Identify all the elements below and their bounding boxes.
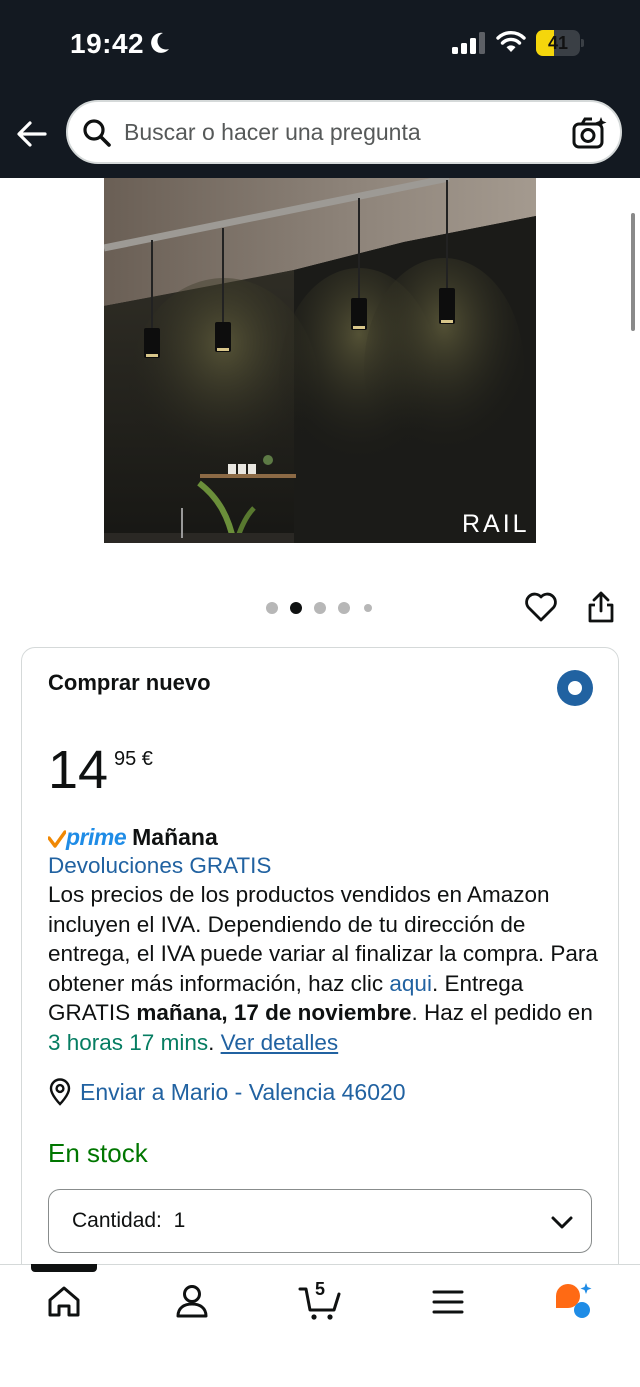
moon-icon — [151, 32, 169, 53]
quantity-selector[interactable]: Cantidad: 1 — [48, 1189, 592, 1253]
battery-icon: 41 — [536, 30, 584, 56]
search-bar[interactable] — [66, 100, 622, 164]
price-whole: 14 — [48, 740, 109, 800]
menu-icon[interactable] — [426, 1280, 470, 1324]
wifi-icon — [496, 31, 526, 52]
camera-search-icon[interactable] — [572, 116, 608, 150]
price-fraction: 95 € — [114, 748, 153, 770]
active-tab-indicator — [31, 1264, 97, 1272]
battery-level: 41 — [547, 33, 569, 53]
pagination-dot-active[interactable] — [290, 602, 302, 614]
buy-new-title: Comprar nuevo — [48, 670, 211, 695]
free-returns-link[interactable]: Devoluciones GRATIS — [48, 853, 271, 878]
delivery-suffix: . — [208, 1029, 221, 1055]
vat-info-link[interactable]: aqui — [389, 971, 432, 996]
image-pagination-dots[interactable] — [264, 600, 384, 616]
rufus-assistant-icon[interactable] — [552, 1280, 596, 1324]
search-input[interactable] — [124, 112, 554, 152]
delivery-location-link[interactable]: Enviar a Mario - Valencia 46020 — [80, 1079, 406, 1106]
location-pin-icon — [49, 1078, 71, 1106]
pagination-dot[interactable] — [338, 602, 350, 614]
pagination-dot[interactable] — [364, 604, 372, 612]
page-scrollbar[interactable] — [631, 213, 635, 331]
quantity-label: Cantidad: 1 — [72, 1209, 186, 1232]
cellular-signal-icon — [452, 32, 485, 54]
vat-text-end: . — [431, 970, 439, 996]
prime-check-icon — [48, 830, 66, 848]
chevron-down-icon — [551, 1216, 573, 1229]
status-time: 19:42 — [70, 28, 145, 59]
quantity-value: 1 — [173, 1209, 186, 1232]
buy-new-radio[interactable] — [557, 670, 593, 706]
prime-delivery-day: Mañana — [132, 823, 218, 850]
delivery-location[interactable]: Enviar a Mario - Valencia 46020 — [48, 1076, 406, 1108]
search-icon — [83, 119, 111, 147]
share-icon[interactable] — [586, 590, 616, 624]
product-image[interactable]: RAIL — [104, 178, 536, 543]
prime-delivery-row: prime Mañana — [48, 822, 218, 852]
home-icon[interactable] — [42, 1280, 86, 1324]
account-icon[interactable] — [170, 1280, 214, 1324]
cart-count: 5 — [314, 1279, 325, 1299]
stock-status: En stock — [48, 1138, 148, 1168]
pagination-dot[interactable] — [266, 602, 278, 614]
cart-button[interactable]: 5 — [298, 1279, 342, 1324]
heart-icon[interactable] — [524, 590, 558, 624]
returns-row: Devoluciones GRATIS — [48, 851, 598, 881]
status-bar: 19:42 41 — [0, 0, 640, 88]
pagination-dot[interactable] — [314, 602, 326, 614]
delivery-date: mañana, 17 de noviembre — [136, 1000, 412, 1026]
brand-watermark: RAIL — [462, 510, 530, 538]
back-arrow-icon[interactable] — [14, 116, 50, 152]
top-bar: 19:42 41 — [0, 0, 640, 178]
order-countdown: 3 horas 17 mins — [48, 1029, 209, 1055]
prime-logo: prime — [66, 823, 127, 850]
see-details-link[interactable]: Ver detalles — [221, 1030, 339, 1055]
vat-notice: Los precios de los productos vendidos en… — [48, 880, 598, 1058]
delivery-middle: . Haz el pedido en — [411, 1000, 593, 1026]
